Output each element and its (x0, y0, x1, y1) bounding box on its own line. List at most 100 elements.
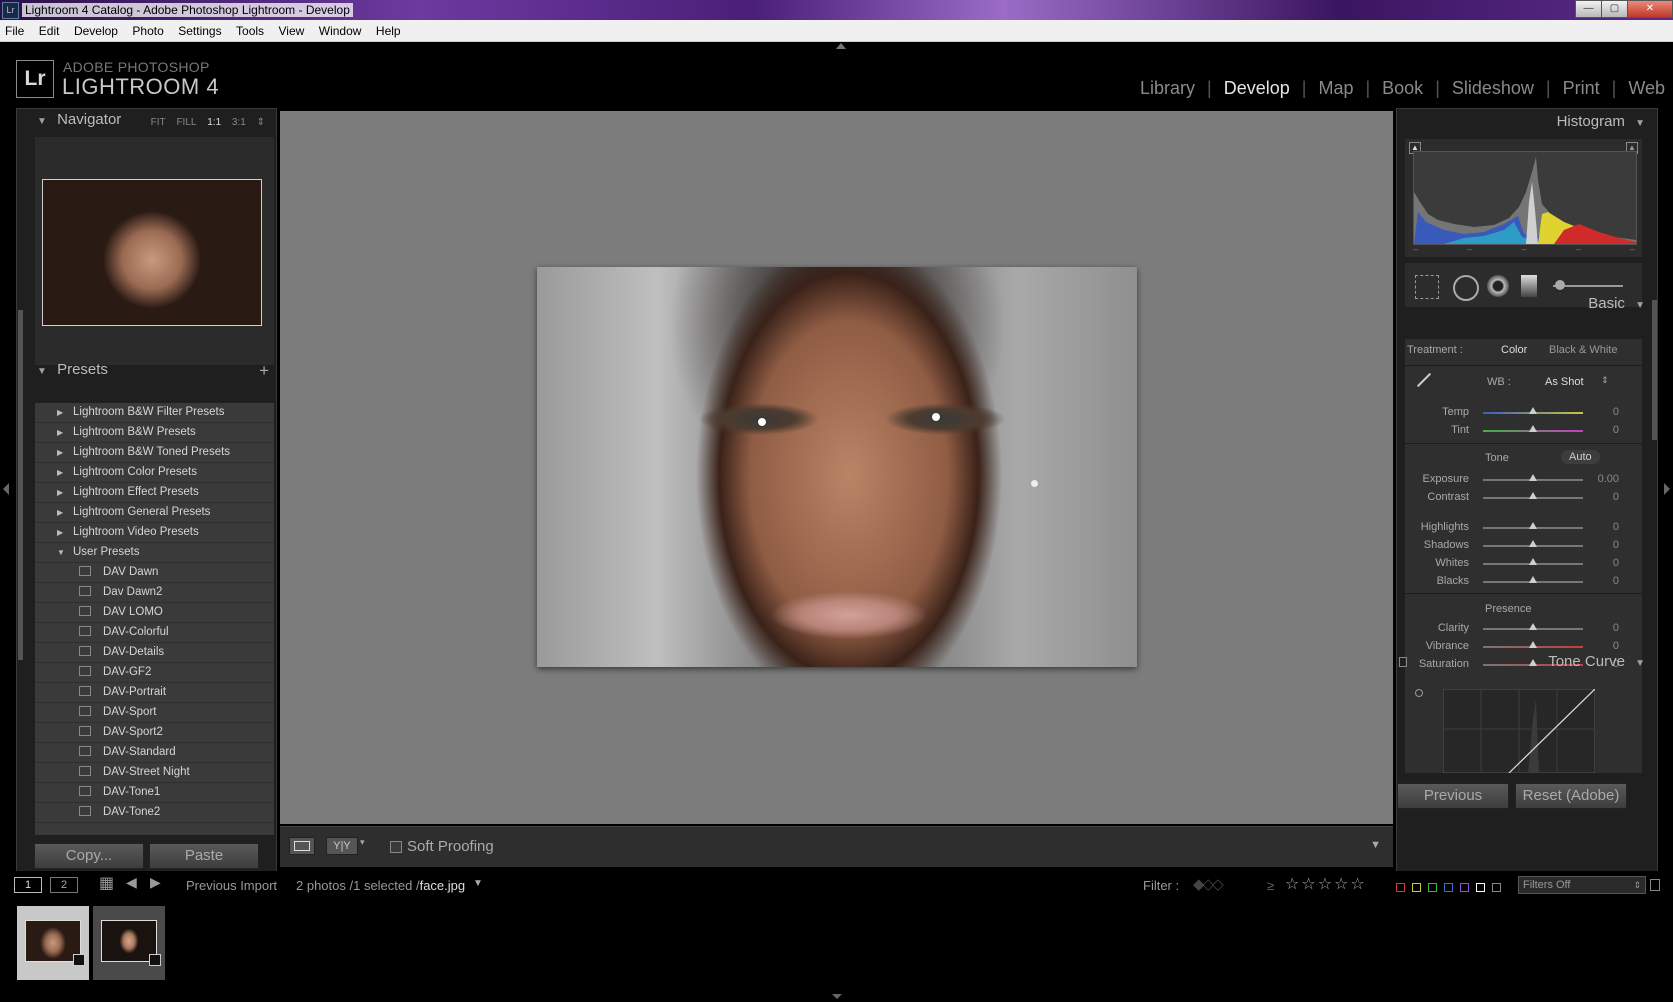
navigator-header[interactable]: ▼ Navigator FIT FILL 1:1 3:1 ⇕ (37, 111, 275, 135)
color-label-swatch[interactable] (1428, 883, 1437, 892)
menu-edit[interactable]: Edit (34, 20, 65, 38)
preset-folder[interactable]: ▶ Lightroom Color Presets (35, 463, 274, 483)
slider-thumb[interactable] (1529, 522, 1537, 529)
tone-curve-graph[interactable] (1443, 689, 1595, 773)
module-slideshow[interactable]: Slideshow (1440, 78, 1546, 98)
source-label[interactable]: Previous Import (186, 878, 277, 893)
collapse-bottom-icon[interactable] (832, 994, 842, 999)
graduated-filter-icon[interactable] (1521, 275, 1537, 297)
collapsed-arrow-icon[interactable]: ▶ (57, 523, 67, 542)
image-canvas[interactable] (280, 111, 1393, 824)
slider-track[interactable] (1483, 558, 1583, 565)
collapse-left-icon[interactable] (3, 483, 9, 495)
slider-track[interactable] (1483, 492, 1583, 499)
menu-develop[interactable]: Develop (69, 20, 123, 38)
slider-value[interactable]: 0 (1589, 539, 1619, 551)
preset-folder[interactable]: ▶ Lightroom B&W Filter Presets (35, 403, 274, 423)
collapsed-arrow-icon[interactable]: ▶ (57, 503, 67, 522)
red-eye-icon[interactable] (1487, 275, 1509, 297)
treatment-color[interactable]: Color (1501, 344, 1527, 356)
slider-value[interactable]: 0 (1589, 424, 1619, 436)
preset-folder[interactable]: ▼ User Presets (35, 543, 274, 563)
filters-off-select[interactable]: Filters Off ⇕ (1518, 876, 1646, 894)
preset-item[interactable]: DAV LOMO (35, 603, 274, 623)
collapsed-arrow-icon[interactable]: ▶ (57, 423, 67, 442)
wb-dropdown-icon[interactable]: ⇕ (1601, 375, 1609, 386)
preset-item[interactable]: DAV-Portrait (35, 683, 274, 703)
navigator-thumbnail[interactable] (42, 179, 262, 326)
preset-folder[interactable]: ▶ Lightroom Effect Presets (35, 483, 274, 503)
presets-header[interactable]: ▼ Presets + (37, 361, 275, 385)
module-map[interactable]: Map (1306, 78, 1365, 98)
preset-item[interactable]: DAV-Tone2 (35, 803, 274, 823)
preset-item[interactable]: DAV-Colorful (35, 623, 274, 643)
wb-select[interactable]: As Shot (1545, 376, 1584, 388)
color-label-filter[interactable] (1396, 880, 1508, 895)
minimize-button[interactable]: — (1575, 0, 1602, 18)
spot-marker[interactable] (931, 412, 941, 422)
before-after-icon[interactable]: Y|Y (326, 837, 358, 855)
screen-2-button[interactable]: 2 (50, 877, 78, 893)
before-after-dropdown-icon[interactable]: ▾ (360, 837, 365, 848)
slider-track[interactable] (1483, 522, 1583, 529)
preset-item[interactable]: DAV-Tone1 (35, 783, 274, 803)
preset-item[interactable]: DAV-Street Night (35, 763, 274, 783)
slider-track[interactable] (1483, 623, 1583, 630)
slider-value[interactable]: 0 (1589, 640, 1619, 652)
screen-1-button[interactable]: 1 (14, 877, 42, 893)
collapse-triangle-icon[interactable]: ▼ (37, 366, 47, 377)
slider-thumb[interactable] (1529, 641, 1537, 648)
preset-folder[interactable]: ▶ Lightroom B&W Toned Presets (35, 443, 274, 463)
menu-file[interactable]: File (0, 20, 29, 38)
maximize-button[interactable]: ▢ (1601, 0, 1628, 18)
collapsed-arrow-icon[interactable]: ▶ (57, 443, 67, 462)
eyedropper-icon[interactable] (1416, 372, 1432, 388)
slider-thumb[interactable] (1529, 407, 1537, 414)
slider-thumb[interactable] (1529, 623, 1537, 630)
loupe-view-icon[interactable] (289, 837, 315, 855)
toolbar-menu-icon[interactable]: ▼ (1370, 839, 1381, 851)
collapsed-arrow-icon[interactable]: ▶ (57, 403, 67, 422)
collapsed-arrow-icon[interactable]: ▶ (57, 483, 67, 502)
color-label-swatch[interactable] (1396, 883, 1405, 892)
paste-button[interactable]: Paste (149, 843, 259, 869)
preset-folder[interactable]: ▶ Lightroom General Presets (35, 503, 274, 523)
slider-thumb[interactable] (1529, 474, 1537, 481)
slider-thumb[interactable] (1529, 540, 1537, 547)
collapse-triangle-icon[interactable]: ▼ (1635, 300, 1645, 311)
slider-thumb[interactable] (1529, 576, 1537, 583)
menu-window[interactable]: Window (314, 20, 367, 38)
module-print[interactable]: Print (1551, 78, 1612, 98)
color-label-swatch[interactable] (1444, 883, 1453, 892)
module-book[interactable]: Book (1370, 78, 1435, 98)
main-photo[interactable] (537, 267, 1137, 667)
slider-thumb[interactable] (1529, 492, 1537, 499)
copy-button[interactable]: Copy... (34, 843, 144, 869)
slider-value[interactable]: 0 (1589, 406, 1619, 418)
collapse-triangle-icon[interactable]: ▼ (37, 116, 47, 127)
zoom-3to1[interactable]: 3:1 (228, 117, 250, 128)
zoom-1to1[interactable]: 1:1 (203, 117, 225, 128)
source-dropdown-icon[interactable]: ▼ (473, 878, 483, 889)
color-label-swatch[interactable] (1460, 883, 1469, 892)
basic-header[interactable]: Basic ▼ (1397, 295, 1645, 319)
menu-settings[interactable]: Settings (173, 20, 226, 38)
right-scrollbar[interactable] (1652, 300, 1657, 440)
collapse-right-icon[interactable] (1664, 483, 1670, 495)
module-web[interactable]: Web (1616, 78, 1673, 98)
star-rating-filter[interactable]: ☆☆☆☆☆ (1285, 874, 1367, 894)
slider-value[interactable]: 0 (1589, 521, 1619, 533)
preset-item[interactable]: DAV-Sport2 (35, 723, 274, 743)
slider-value[interactable]: 0 (1589, 557, 1619, 569)
menu-view[interactable]: View (274, 20, 310, 38)
filter-lock-icon[interactable] (1650, 879, 1660, 891)
slider-thumb[interactable] (1529, 425, 1537, 432)
flag-filter-icons[interactable]: ◆◇◇ (1193, 875, 1224, 893)
zoom-fill[interactable]: FILL (172, 117, 200, 128)
reset-button[interactable]: Reset (Adobe) (1515, 783, 1627, 809)
slider-track[interactable] (1483, 407, 1583, 414)
preset-item[interactable]: DAV-Details (35, 643, 274, 663)
slider-value[interactable]: 0.00 (1589, 473, 1619, 485)
auto-tone-button[interactable]: Auto (1561, 450, 1600, 464)
preset-item[interactable]: DAV-GF2 (35, 663, 274, 683)
